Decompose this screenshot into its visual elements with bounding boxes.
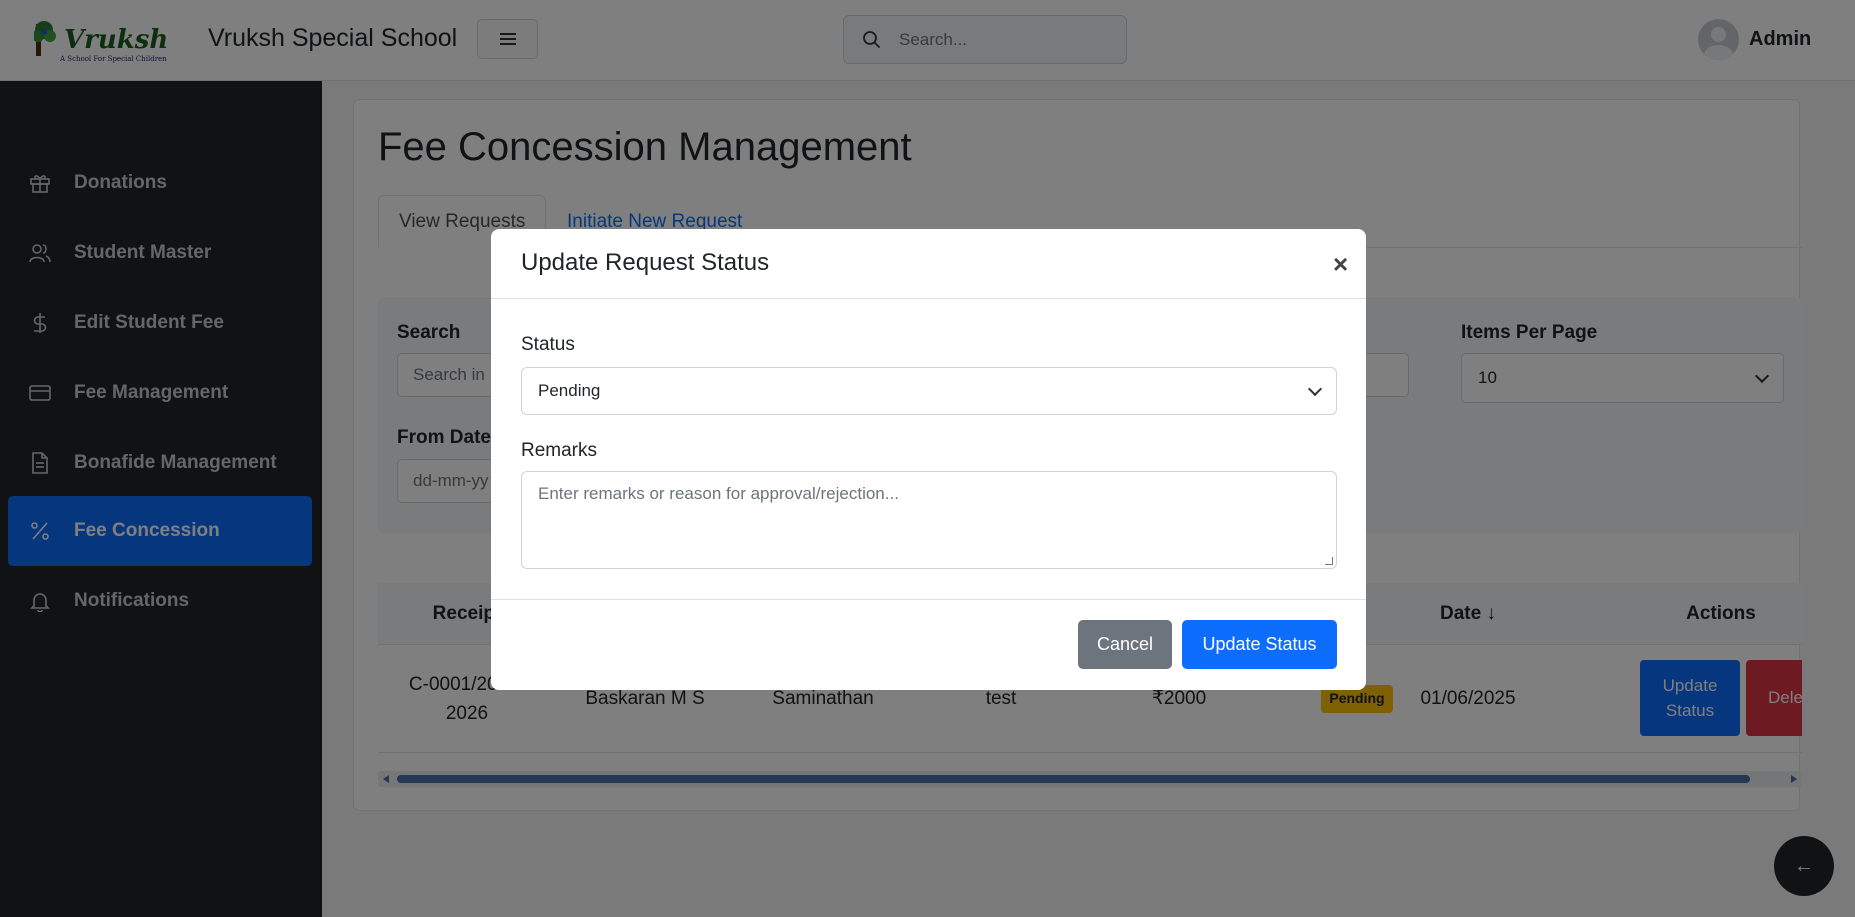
update-status-modal: Update Request Status × Status Pending R… (491, 229, 1366, 690)
status-select-value: Pending (538, 381, 601, 400)
remarks-textarea[interactable]: Enter remarks or reason for approval/rej… (521, 471, 1337, 569)
modal-title: Update Request Status (521, 249, 770, 276)
modal-header: Update Request Status × (491, 229, 1366, 299)
remarks-placeholder: Enter remarks or reason for approval/rej… (538, 484, 899, 503)
cancel-button[interactable]: Cancel (1078, 620, 1172, 669)
status-select[interactable]: Pending (521, 367, 1337, 415)
resize-handle-icon[interactable] (1325, 557, 1333, 565)
close-icon[interactable]: × (1333, 251, 1348, 277)
chevron-down-icon (1307, 381, 1323, 397)
update-status-submit-button[interactable]: Update Status (1182, 620, 1337, 669)
remarks-label: Remarks (521, 440, 598, 461)
status-label: Status (521, 334, 575, 355)
